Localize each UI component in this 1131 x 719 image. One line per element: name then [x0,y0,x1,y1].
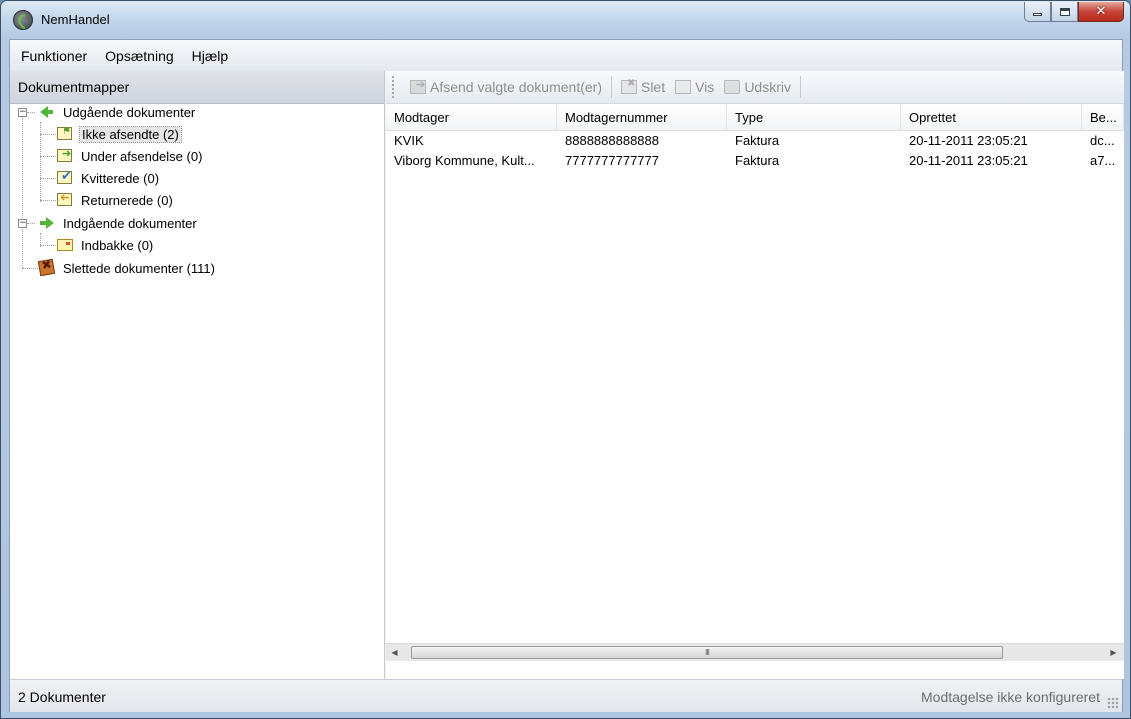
trash-icon [37,258,56,277]
cell-type: Faktura [735,153,780,168]
tree-item-inbox[interactable]: Indbakke (0) [56,234,155,256]
tree-item-label: Kvitterede (0) [81,170,160,186]
tree-item-returned[interactable]: Returnerede (0) [56,189,175,211]
document-check-icon [56,168,74,186]
cell-modtager: Viborg Kommune, Kult... [394,153,535,168]
tree-item-receipted[interactable]: Kvitterede (0) [56,167,161,189]
tree-item-label: Indbakke (0) [81,237,154,253]
table-row[interactable]: KVIK 8888888888888 Faktura 20-11-2011 23… [386,132,1124,152]
receive-config-status: Modtagelse ikke konfigureret [921,689,1100,705]
status-bar: 2 Dokumenter Modtagelse ikke konfigurere… [10,679,1122,712]
toolbar-grip[interactable] [392,76,395,98]
toolbar-separator [610,76,612,98]
tree-connector [40,134,56,135]
tree-item-label: Indgående dokumenter [63,215,197,231]
tree-item-label: Ikke afsendte (2) [79,125,182,143]
delete-label: Slet [640,79,666,95]
document-return-icon [56,192,74,208]
tree-connector [40,200,56,201]
menu-opsaetning[interactable]: Opsætning [96,48,182,64]
tree-connector [22,112,23,268]
print-label: Udskriv [744,79,791,95]
tree-item-sending[interactable]: Under afsendelse (0) [56,145,204,167]
cell-modtager: KVIK [394,133,424,148]
caption-buttons: ✕ [1024,2,1124,22]
column-header-be[interactable]: Be... [1082,104,1124,131]
client-area: Funktioner Opsætning Hjælp Dokumentmappe… [9,39,1124,712]
grid-header: Modtager Modtagernummer Type Oprettet Be… [386,104,1124,131]
maximize-button[interactable] [1051,2,1078,22]
column-header-type[interactable]: Type [727,104,901,131]
folder-pane: Dokumentmapper − Udgående dokumenter ⚑ I… [10,71,385,679]
send-selected-label: Afsend valgte dokument(er) [430,79,602,95]
tree-connector [40,156,56,157]
tree-item-outgoing[interactable]: Udgående dokumenter [38,101,197,123]
view-button[interactable]: Vis [670,75,719,99]
folder-pane-header: Dokumentmapper [10,71,384,104]
view-label: Vis [695,79,715,95]
print-button[interactable]: Udskriv [719,75,796,99]
minimize-button[interactable] [1024,2,1051,22]
printer-icon [724,80,741,94]
horizontal-scrollbar[interactable]: ◀ III ▶ [386,643,1124,661]
cell-be: a7... [1090,153,1116,168]
tree-item-deleted[interactable]: Slettede dokumenter (111) [37,257,217,279]
document-pane: Afsend valgte dokument(er) Slet Vis Udsk… [386,71,1124,679]
send-selected-button[interactable]: Afsend valgte dokument(er) [405,75,607,99]
cell-modtagernummer: 7777777777777 [565,153,659,168]
tree-connector [27,112,35,113]
tree-item-incoming[interactable]: Indgående dokumenter [38,212,199,234]
cell-oprettet: 20-11-2011 23:05:21 [909,153,1028,168]
table-row[interactable]: Viborg Kommune, Kult... 7777777777777 Fa… [386,152,1124,172]
delete-button[interactable]: Slet [616,75,670,99]
resize-grip-icon[interactable] [1107,697,1119,709]
green-left-arrow-icon [38,104,56,120]
collapse-toggle-incoming[interactable]: − [18,219,27,228]
maximize-icon [1059,7,1070,16]
document-flag-icon [56,126,74,142]
tree-connector [40,178,56,179]
delete-icon [620,78,637,94]
tree-item-label: Slettede dokumenter (111) [63,260,215,276]
main-window: NemHandel ✕ Funktioner Opsætning Hjælp D… [0,0,1131,719]
scroll-right-arrow-icon[interactable]: ▶ [1105,644,1122,661]
window-title: NemHandel [41,12,110,27]
toolbar-separator [799,76,801,98]
column-header-modtagernummer[interactable]: Modtagernummer [557,104,727,131]
close-icon: ✕ [1095,4,1107,19]
tree-item-not-sent[interactable]: Ikke afsendte (2) [56,123,182,145]
tree-item-label: Returnerede (0) [81,192,173,208]
cell-modtagernummer: 8888888888888 [565,133,659,148]
cell-oprettet: 20-11-2011 23:05:21 [909,133,1028,148]
tree-connector [27,223,35,224]
close-button[interactable]: ✕ [1078,2,1124,22]
document-send-icon [56,147,74,164]
collapse-toggle-outgoing[interactable]: − [18,108,27,117]
tree-item-label: Under afsendelse (0) [81,148,203,164]
inbox-icon [56,237,74,253]
document-count-status: 2 Dokumenter [18,689,106,705]
document-grid: Modtager Modtagernummer Type Oprettet Be… [386,104,1124,661]
tree-item-label: Udgående dokumenter [63,104,196,120]
scroll-left-arrow-icon[interactable]: ◀ [386,644,403,661]
scrollbar-thumb[interactable]: III [411,646,1003,659]
menu-bar: Funktioner Opsætning Hjælp [10,40,1122,71]
menu-funktioner[interactable]: Funktioner [12,48,96,64]
folder-tree: − Udgående dokumenter Ikke afsendte (2) … [10,104,384,277]
cell-type: Faktura [735,133,780,148]
cell-be: dc... [1090,133,1115,148]
minimize-icon [1033,13,1042,16]
tree-connector [22,268,38,269]
send-icon [410,78,426,94]
column-header-modtager[interactable]: Modtager [386,104,557,131]
toolbar: Afsend valgte dokument(er) Slet Vis Udsk… [386,71,1124,104]
green-right-arrow-icon [38,215,56,231]
view-icon [675,80,692,94]
tree-connector [40,245,56,246]
column-header-oprettet[interactable]: Oprettet [901,104,1082,131]
title-bar[interactable]: NemHandel ✕ [1,1,1130,39]
nemhandel-logo-icon [13,10,33,30]
menu-hjaelp[interactable]: Hjælp [183,48,238,64]
grid-body: KVIK 8888888888888 Faktura 20-11-2011 23… [386,132,1124,172]
